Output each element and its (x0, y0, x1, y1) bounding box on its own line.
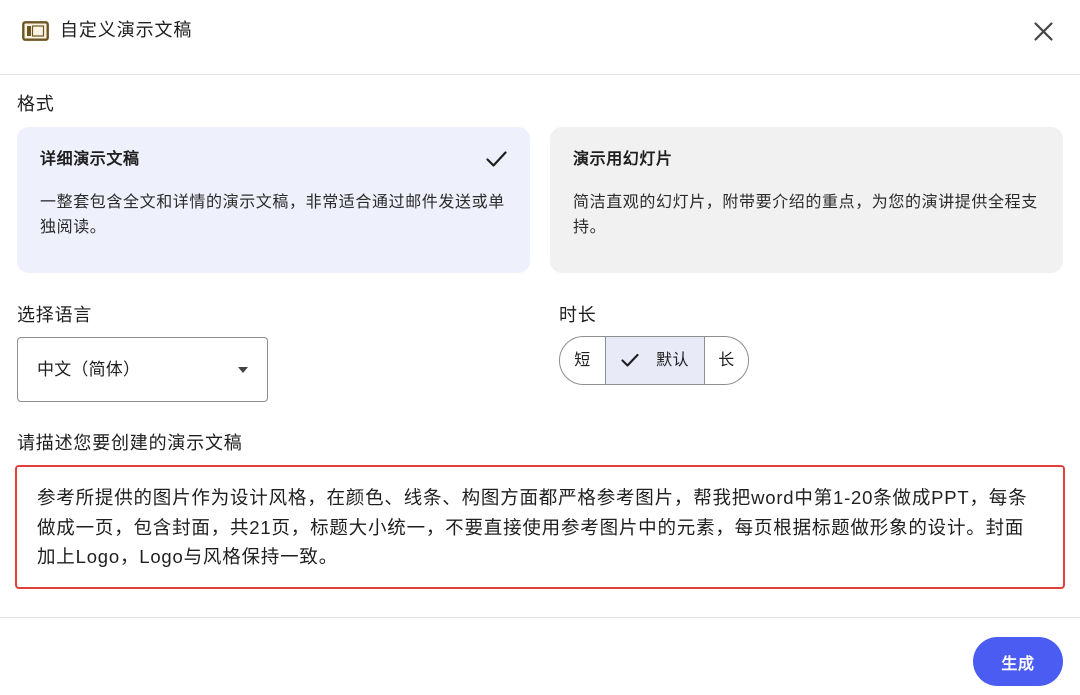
customize-presentation-dialog: 自定义演示文稿 格式 详细演示文稿 一整套包含全文和详情的演示文稿，非常适合通过… (0, 0, 1080, 695)
check-icon-graphic (621, 353, 639, 367)
arrow-drop-down-icon (238, 367, 248, 373)
duration-label: 时长 (559, 305, 597, 325)
dialog-title: 自定义演示文稿 (60, 20, 193, 40)
duration-segmented-control: 短 默认 长 (559, 336, 749, 385)
duration-option-short[interactable]: 短 (560, 337, 605, 384)
format-option-title: 详细演示文稿 (40, 151, 140, 168)
format-option-description: 一整套包含全文和详情的演示文稿，非常适合通过邮件发送或单独阅读。 (40, 194, 505, 236)
format-option-presentation-slides[interactable]: 演示用幻灯片 简洁直观的幻灯片，附带要介绍的重点，为您的演讲提供全程支持。 (550, 127, 1063, 273)
check-icon-graphic (486, 151, 507, 167)
format-option-title: 演示用幻灯片 (573, 151, 673, 168)
slides-icon-graphic (22, 21, 49, 41)
format-label: 格式 (17, 94, 55, 114)
duration-option-label: 长 (718, 351, 735, 369)
format-option-detailed[interactable]: 详细演示文稿 一整套包含全文和详情的演示文稿，非常适合通过邮件发送或单独阅读。 (17, 127, 530, 273)
check-icon (486, 150, 507, 168)
slides-icon (22, 21, 49, 41)
language-selected-value: 中文（简体） (37, 359, 141, 379)
duration-option-label: 默认 (656, 351, 689, 369)
close-button[interactable] (1032, 20, 1055, 43)
generate-button[interactable]: 生成 (973, 637, 1063, 686)
footer-divider (0, 617, 1080, 618)
header-divider (0, 74, 1080, 75)
close-icon (1032, 20, 1055, 43)
duration-option-default[interactable]: 默认 (605, 337, 704, 384)
close-icon-graphic (1034, 22, 1053, 41)
prompt-label: 请描述您要创建的演示文稿 (17, 433, 243, 453)
duration-option-long[interactable]: 长 (704, 337, 748, 384)
check-icon (621, 353, 639, 368)
prompt-textarea[interactable]: 参考所提供的图片作为设计风格，在颜色、线条、构图方面都严格参考图片，帮我把wor… (15, 465, 1065, 589)
language-label: 选择语言 (17, 305, 93, 325)
language-select[interactable]: 中文（简体） (17, 337, 268, 402)
format-option-description: 简洁直观的幻灯片，附带要介绍的重点，为您的演讲提供全程支持。 (573, 194, 1038, 236)
duration-option-label: 短 (574, 351, 591, 369)
